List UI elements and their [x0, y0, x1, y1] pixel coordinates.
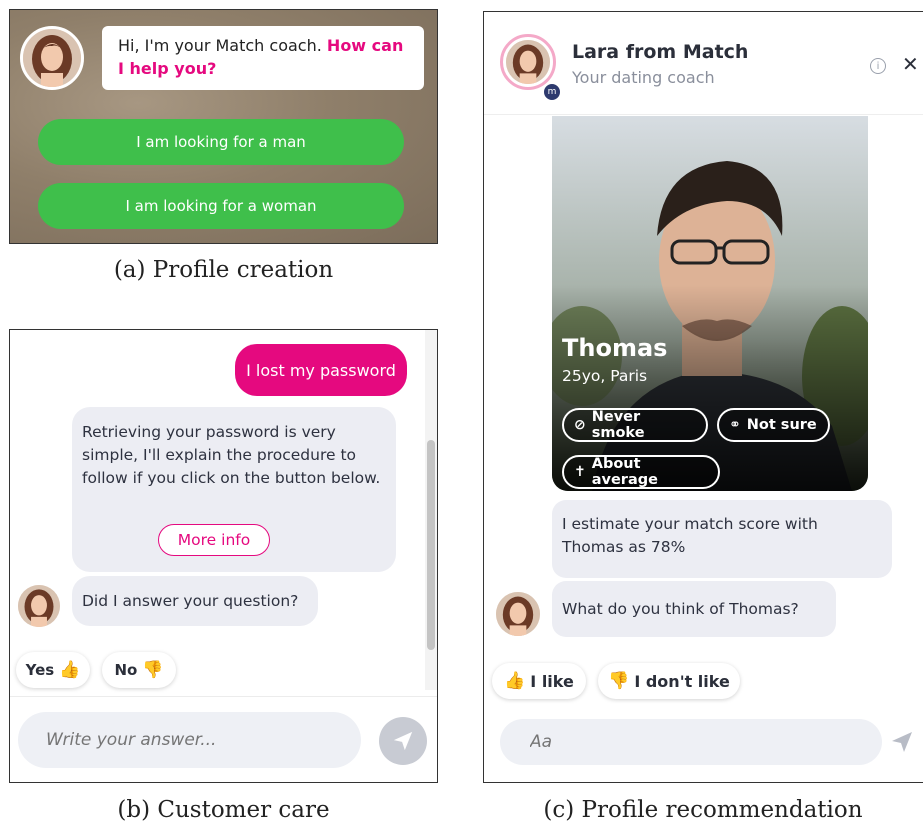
more-info-label: More info [177, 530, 251, 549]
coach-header-avatar [506, 40, 550, 84]
profile-card[interactable]: Thomas 25yo, Paris ⊘ Never smoke ⚭ Not s… [552, 116, 868, 491]
dislike-reply-button[interactable]: 👎 I don't like [598, 663, 740, 699]
info-icon[interactable]: i [870, 58, 886, 74]
close-icon[interactable]: ✕ [902, 52, 919, 76]
profile-recommendation-panel: m Lara from Match Your dating coach i ✕ [483, 11, 923, 783]
link-icon: ⚭ [729, 417, 741, 433]
question-bubble: What do you think of Thomas? [552, 581, 836, 637]
no-smoking-icon: ⊘ [574, 417, 586, 433]
estimate-bubble: I estimate your match score with Thomas … [552, 500, 892, 578]
caption-a: (a) Profile creation [113, 257, 334, 283]
thumbs-up-icon: 👍 [504, 671, 526, 691]
coach-role: Your dating coach [572, 68, 715, 87]
question-bubble: Did I answer your question? [72, 576, 318, 626]
no-reply-button[interactable]: No 👎 [102, 652, 176, 688]
coach-name: Lara from Match [572, 41, 749, 63]
looking-for-woman-button[interactable]: I am looking for a woman [38, 183, 404, 229]
more-info-button[interactable]: More info [158, 524, 270, 556]
chip-never-smoke[interactable]: ⊘ Never smoke [562, 408, 708, 442]
caption-c: (c) Profile recommendation [543, 797, 863, 823]
coach-avatar-small [18, 585, 60, 627]
avatar-face-icon [23, 29, 81, 87]
question-text: What do you think of Thomas? [562, 599, 799, 618]
bot-message-bubble: Retrieving your password is very simple,… [72, 407, 396, 572]
dislike-label: I don't like [634, 671, 730, 691]
yes-label: Yes [25, 661, 55, 679]
header-divider [484, 114, 923, 115]
chip-about-average-label: About average [591, 456, 658, 488]
chip-not-sure[interactable]: ⚭ Not sure [717, 408, 830, 442]
no-label: No [114, 661, 138, 679]
estimate-text: I estimate your match score with Thomas … [562, 515, 818, 556]
chip-never-smoke-label: Never smoke [591, 409, 645, 441]
user-message-text: I lost my password [246, 360, 396, 380]
send-button[interactable] [379, 717, 427, 765]
message-input[interactable] [500, 719, 882, 765]
yes-reply-button[interactable]: Yes 👍 [16, 652, 90, 688]
scrollbar-thumb[interactable] [427, 440, 435, 650]
caption-b: (b) Customer care [117, 797, 330, 823]
send-icon [892, 732, 912, 752]
user-message-bubble: I lost my password [235, 344, 407, 396]
like-reply-button[interactable]: 👍 I like [492, 663, 586, 699]
send-icon [393, 731, 413, 751]
send-button[interactable] [890, 730, 916, 756]
profile-name: Thomas [562, 334, 668, 362]
coach-header-avatar-ring [500, 34, 556, 90]
avatar-face-icon [18, 585, 60, 627]
profile-details: 25yo, Paris [562, 367, 648, 385]
composer-divider [10, 696, 437, 697]
chip-not-sure-label: Not sure [746, 417, 817, 433]
thumbs-down-icon: 👎 [142, 660, 164, 680]
coach-avatar [20, 26, 84, 90]
coach-greeting-text: Hi, I'm your Match coach. [118, 36, 322, 55]
like-label: I like [530, 671, 574, 691]
coach-greeting-bubble: Hi, I'm your Match coach. How can I help… [102, 26, 424, 90]
coach-avatar-small [496, 592, 540, 636]
avatar-face-icon [496, 592, 540, 636]
answer-input[interactable] [18, 712, 361, 768]
question-text: Did I answer your question? [82, 591, 299, 610]
avatar-face-icon [506, 40, 550, 84]
looking-for-man-button[interactable]: I am looking for a man [38, 119, 404, 165]
profile-creation-panel: Hi, I'm your Match coach. How can I help… [9, 9, 438, 244]
bot-message-text: Retrieving your password is very simple,… [82, 423, 381, 487]
customer-care-panel: I lost my password Retrieving your passw… [9, 329, 438, 783]
match-badge-icon: m [542, 82, 562, 102]
chip-about-average[interactable]: ✝ About average [562, 455, 720, 489]
person-icon: ✝ [574, 464, 586, 480]
thumbs-down-icon: 👎 [608, 671, 630, 691]
thumbs-up-icon: 👍 [59, 660, 81, 680]
